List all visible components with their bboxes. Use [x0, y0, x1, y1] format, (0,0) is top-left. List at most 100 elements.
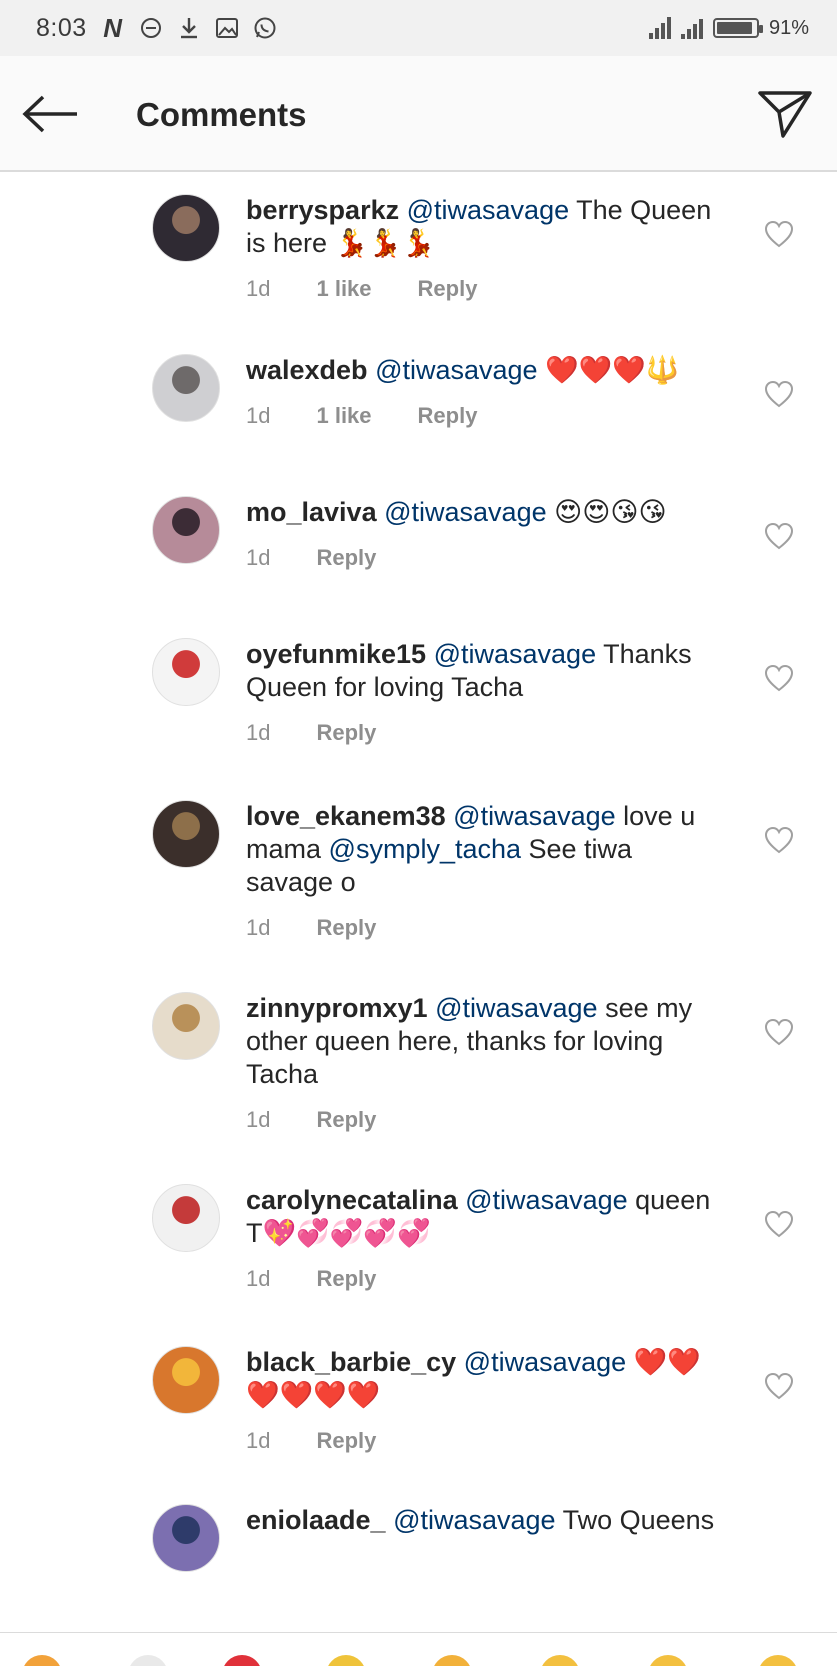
comment-username[interactable]: black_barbie_cy	[246, 1347, 456, 1377]
comment-meta: 1d Reply	[246, 911, 726, 944]
comment-likes[interactable]: 1 like	[316, 272, 371, 305]
emoji-icon[interactable]	[326, 1655, 366, 1666]
netflix-n-icon: N	[103, 12, 123, 43]
status-right: 91%	[648, 17, 809, 40]
avatar[interactable]	[152, 1504, 220, 1572]
emoji-icon[interactable]	[648, 1655, 688, 1666]
comment-item: berrysparkz @tiwasavage The Queen is her…	[0, 194, 837, 344]
comment-meta: 1d 1 like Reply	[246, 399, 726, 432]
status-time: 8:03	[36, 13, 87, 42]
comment-content: ❤️❤️❤️🔱	[537, 355, 680, 385]
comment-username[interactable]: walexdeb	[246, 355, 368, 385]
reply-button[interactable]: Reply	[316, 541, 376, 574]
comments-list[interactable]: berrysparkz @tiwasavage The Queen is her…	[0, 174, 837, 1630]
comment-age: 1d	[246, 1266, 271, 1291]
comment-username[interactable]: oyefunmike15	[246, 639, 426, 669]
arrow-left-icon	[22, 95, 77, 133]
comment-mention[interactable]: @tiwasavage	[453, 801, 616, 831]
comment-item: black_barbie_cy @tiwasavage ❤️❤️❤️❤️❤️❤️…	[0, 1346, 837, 1496]
comment-text: zinnypromxy1 @tiwasavage see my other qu…	[246, 992, 726, 1091]
like-heart-icon[interactable]	[762, 1208, 796, 1240]
emoji-icon[interactable]	[432, 1655, 472, 1666]
comment-username[interactable]: berrysparkz	[246, 195, 399, 225]
page-title: Comments	[136, 96, 307, 133]
comment-body: oyefunmike15 @tiwasavage Thanks Queen fo…	[246, 638, 726, 749]
comment-item: love_ekanem38 @tiwasavage love u mama @s…	[0, 800, 837, 950]
comment-item: carolynecatalina @tiwasavage queen T💖💞💞💞…	[0, 1184, 837, 1334]
comment-mention[interactable]: @tiwasavage	[465, 1185, 628, 1215]
comment-meta: 1d Reply	[246, 716, 726, 749]
like-heart-icon[interactable]	[762, 378, 796, 410]
comment-mention[interactable]: @tiwasavage	[375, 355, 538, 385]
like-heart-icon[interactable]	[762, 1016, 796, 1048]
comment-text: black_barbie_cy @tiwasavage ❤️❤️❤️❤️❤️❤️	[246, 1346, 726, 1412]
whatsapp-icon	[253, 16, 277, 40]
avatar[interactable]	[152, 1346, 220, 1414]
comment-mention[interactable]: @tiwasavage	[434, 639, 597, 669]
comment-text: mo_laviva @tiwasavage 😍😍😘😘	[246, 496, 726, 529]
comments-header: Comments	[0, 56, 837, 172]
comment-meta: 1d 1 like Reply	[246, 272, 726, 305]
comment-body: mo_laviva @tiwasavage 😍😍😘😘 1d Reply	[246, 496, 726, 574]
comment-username[interactable]: love_ekanem38	[246, 801, 446, 831]
comment-item: eniolaade_ @tiwasavage Two Queens	[0, 1504, 837, 1630]
comment-mention[interactable]: @tiwasavage	[407, 195, 570, 225]
emoji-icon[interactable]	[128, 1655, 168, 1666]
comment-text: carolynecatalina @tiwasavage queen T💖💞💞💞…	[246, 1184, 726, 1250]
reply-button[interactable]: Reply	[316, 1424, 376, 1457]
comment-item: walexdeb @tiwasavage ❤️❤️❤️🔱 1d 1 like Repl…	[0, 354, 837, 504]
comment-item: zinnypromxy1 @tiwasavage see my other qu…	[0, 992, 837, 1142]
reply-button[interactable]: Reply	[316, 1103, 376, 1136]
comment-text: love_ekanem38 @tiwasavage love u mama @s…	[246, 800, 726, 899]
comment-mention[interactable]: @tiwasavage	[393, 1505, 556, 1535]
minus-circle-icon	[139, 16, 163, 40]
emoji-icon[interactable]	[540, 1655, 580, 1666]
emoji-icon[interactable]	[758, 1655, 798, 1666]
avatar[interactable]	[152, 638, 220, 706]
comment-item: mo_laviva @tiwasavage 😍😍😘😘 1d Reply	[0, 496, 837, 646]
reply-button[interactable]: Reply	[418, 272, 478, 305]
comment-body: walexdeb @tiwasavage ❤️❤️❤️🔱 1d 1 like Repl…	[246, 354, 726, 432]
like-heart-icon[interactable]	[762, 218, 796, 250]
comment-age: 1d	[246, 545, 271, 570]
avatar[interactable]	[152, 194, 220, 262]
status-left: 8:03 N	[36, 12, 277, 43]
comment-mention[interactable]: @tiwasavage	[435, 993, 598, 1023]
emoji-quick-bar	[0, 1632, 837, 1666]
comment-body: eniolaade_ @tiwasavage Two Queens	[246, 1504, 726, 1537]
reply-button[interactable]: Reply	[316, 1262, 376, 1295]
emoji-icon[interactable]	[222, 1655, 262, 1666]
comment-mention[interactable]: @symply_tacha	[329, 834, 521, 864]
like-heart-icon[interactable]	[762, 662, 796, 694]
avatar[interactable]	[152, 1184, 220, 1252]
comment-username[interactable]: eniolaade_	[246, 1505, 386, 1535]
comment-username[interactable]: zinnypromxy1	[246, 993, 428, 1023]
comment-username[interactable]: carolynecatalina	[246, 1185, 458, 1215]
like-heart-icon[interactable]	[762, 520, 796, 552]
avatar[interactable]	[152, 992, 220, 1060]
comment-age: 1d	[246, 276, 271, 301]
reply-button[interactable]: Reply	[316, 716, 376, 749]
like-heart-icon[interactable]	[762, 824, 796, 856]
comment-body: love_ekanem38 @tiwasavage love u mama @s…	[246, 800, 726, 944]
paper-plane-icon	[758, 91, 812, 138]
comment-username[interactable]: mo_laviva	[246, 497, 377, 527]
comment-body: berrysparkz @tiwasavage The Queen is her…	[246, 194, 726, 305]
app-screen: 8:03 N 91% Comments berrysparkz @tiwasav…	[0, 0, 837, 1666]
back-button[interactable]	[20, 86, 80, 142]
comment-content: Two Queens	[555, 1505, 715, 1535]
emoji-icon[interactable]	[22, 1655, 62, 1666]
comment-mention[interactable]: @tiwasavage	[464, 1347, 627, 1377]
avatar[interactable]	[152, 496, 220, 564]
like-heart-icon[interactable]	[762, 1370, 796, 1402]
reply-button[interactable]: Reply	[418, 399, 478, 432]
avatar[interactable]	[152, 354, 220, 422]
share-button[interactable]	[755, 84, 815, 144]
battery-icon	[712, 18, 763, 38]
comment-age: 1d	[246, 1428, 271, 1453]
comment-likes[interactable]: 1 like	[316, 399, 371, 432]
comment-text: oyefunmike15 @tiwasavage Thanks Queen fo…	[246, 638, 726, 704]
avatar[interactable]	[152, 800, 220, 868]
comment-mention[interactable]: @tiwasavage	[384, 497, 547, 527]
reply-button[interactable]: Reply	[316, 911, 376, 944]
